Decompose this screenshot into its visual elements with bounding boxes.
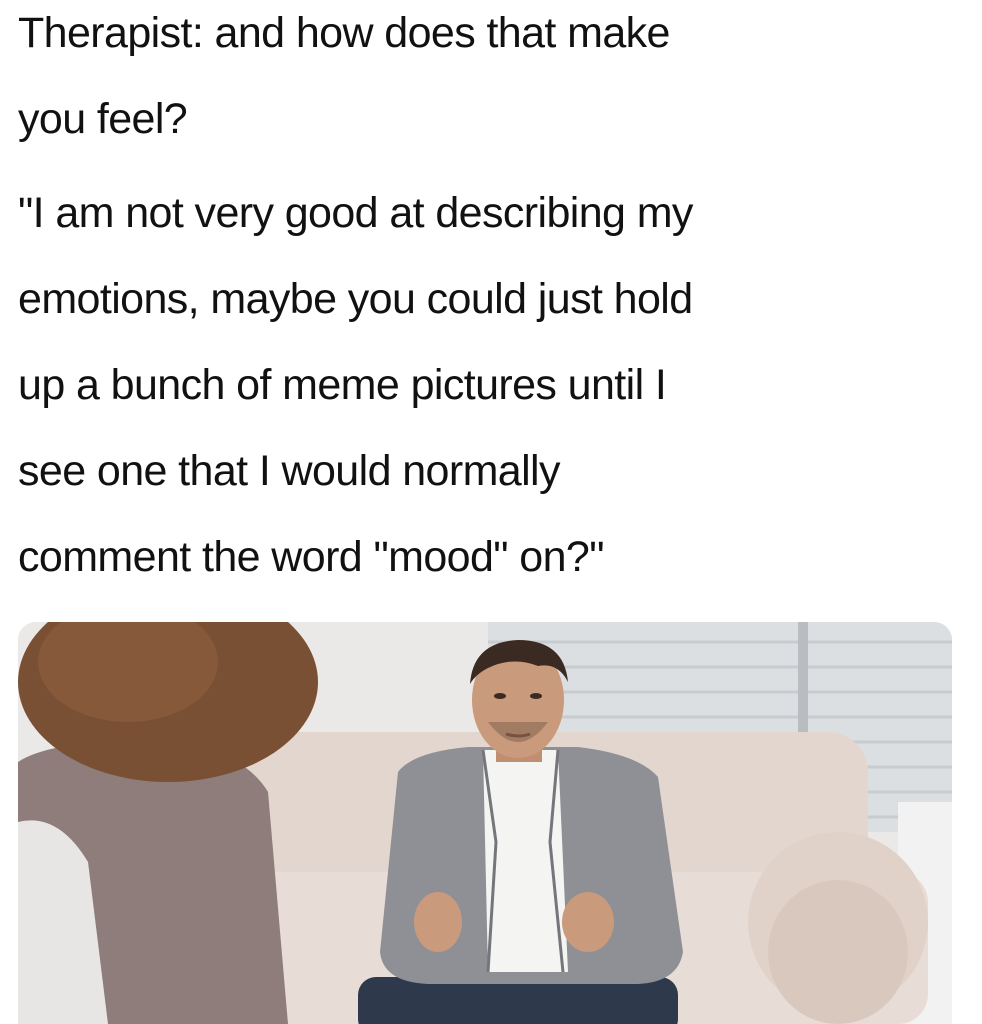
patient-reply: "I am not very good at describing my emo…	[18, 170, 958, 600]
left-hand	[414, 892, 462, 952]
caption-line: Therapist: and how does that make	[18, 9, 670, 57]
caption-line: up a bunch of meme pictures until I	[18, 361, 667, 409]
left-eye	[494, 693, 506, 699]
meme-post: Therapist: and how does that make you fe…	[0, 0, 982, 1024]
right-hand	[562, 892, 614, 952]
caption-line: see one that I would normally	[18, 447, 561, 495]
therapy-session-photo	[18, 622, 952, 1024]
caption-line: you feel?	[18, 95, 188, 143]
right-eye	[530, 693, 542, 699]
jeans	[358, 977, 678, 1024]
caption-line: comment the word "mood" on?"	[18, 533, 605, 581]
therapist-question: Therapist: and how does that make you fe…	[18, 0, 958, 162]
caption-line: emotions, maybe you could just hold	[18, 275, 693, 323]
caption-line: "I am not very good at describing my	[18, 189, 693, 237]
photo-illustration	[18, 622, 952, 1024]
couch-arm-front	[768, 880, 908, 1024]
